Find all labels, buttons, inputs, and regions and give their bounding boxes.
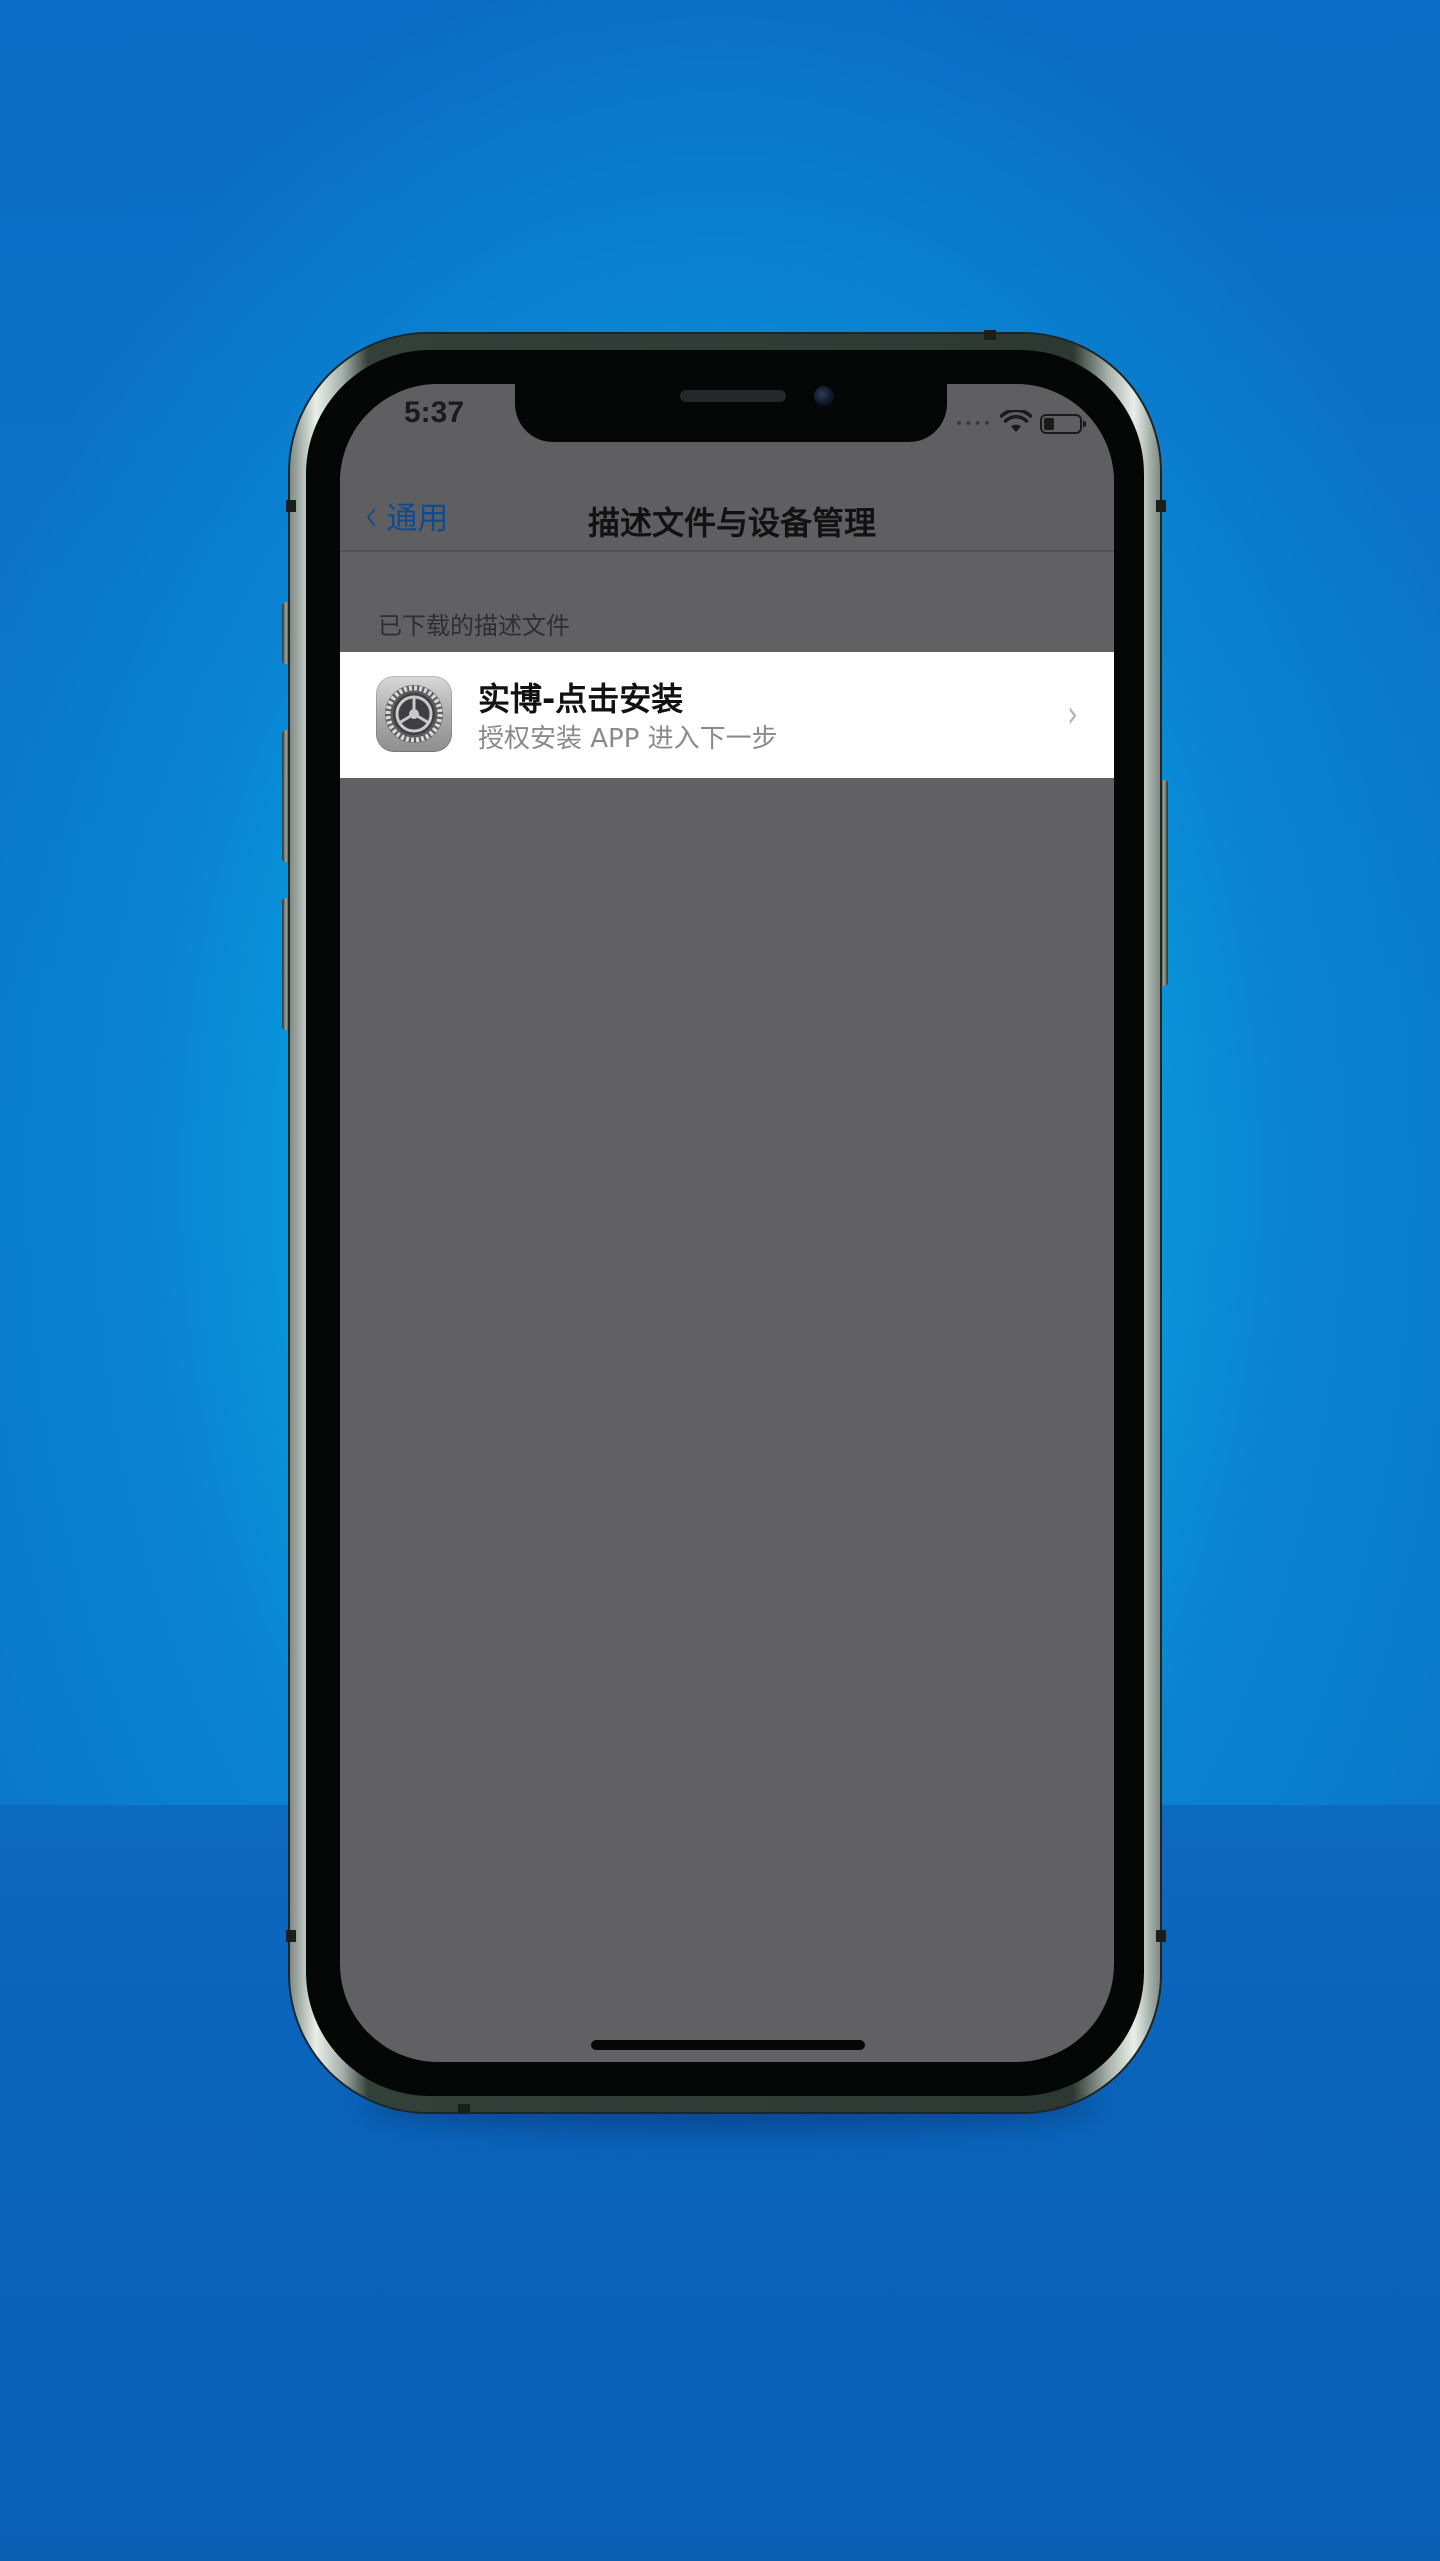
navigation-bar: ‹ 通用 描述文件与设备管理 bbox=[340, 484, 1114, 552]
volume-down-button bbox=[282, 898, 290, 1030]
settings-gear-icon bbox=[376, 676, 452, 752]
antenna-band bbox=[984, 330, 996, 340]
home-indicator[interactable] bbox=[591, 2040, 865, 2050]
front-camera bbox=[814, 386, 834, 406]
profile-title: 实博-点击安装 bbox=[478, 680, 684, 718]
ringer-switch bbox=[282, 602, 290, 664]
earpiece-speaker bbox=[680, 390, 786, 402]
power-button bbox=[1160, 780, 1168, 986]
battery-icon bbox=[1040, 414, 1086, 434]
chevron-right-icon: › bbox=[1067, 692, 1078, 736]
antenna-band bbox=[286, 1930, 296, 1942]
volume-up-button bbox=[282, 730, 290, 862]
antenna-band bbox=[286, 500, 296, 512]
profile-subtitle: 授权安装 APP 进入下一步 bbox=[478, 724, 778, 754]
status-time: 5:37 bbox=[404, 396, 465, 429]
profile-list-item[interactable]: 实博-点击安装 授权安装 APP 进入下一步 › bbox=[340, 652, 1114, 778]
battery-level bbox=[1044, 418, 1054, 430]
page-title: 描述文件与设备管理 bbox=[587, 504, 876, 542]
wifi-icon bbox=[999, 408, 1033, 438]
status-icons: •••• bbox=[954, 408, 1086, 438]
section-header: 已下载的描述文件 bbox=[378, 612, 570, 640]
antenna-band bbox=[458, 2104, 470, 2114]
signal-dots-icon: •••• bbox=[954, 416, 992, 432]
antenna-band bbox=[1156, 500, 1166, 512]
antenna-band bbox=[1156, 1930, 1166, 1942]
phone-screen: 5:37 •••• ‹ 通用 描述文件与设备管理 已下载的描述文件 实博-点击安… bbox=[340, 384, 1114, 2062]
notch bbox=[515, 384, 947, 442]
